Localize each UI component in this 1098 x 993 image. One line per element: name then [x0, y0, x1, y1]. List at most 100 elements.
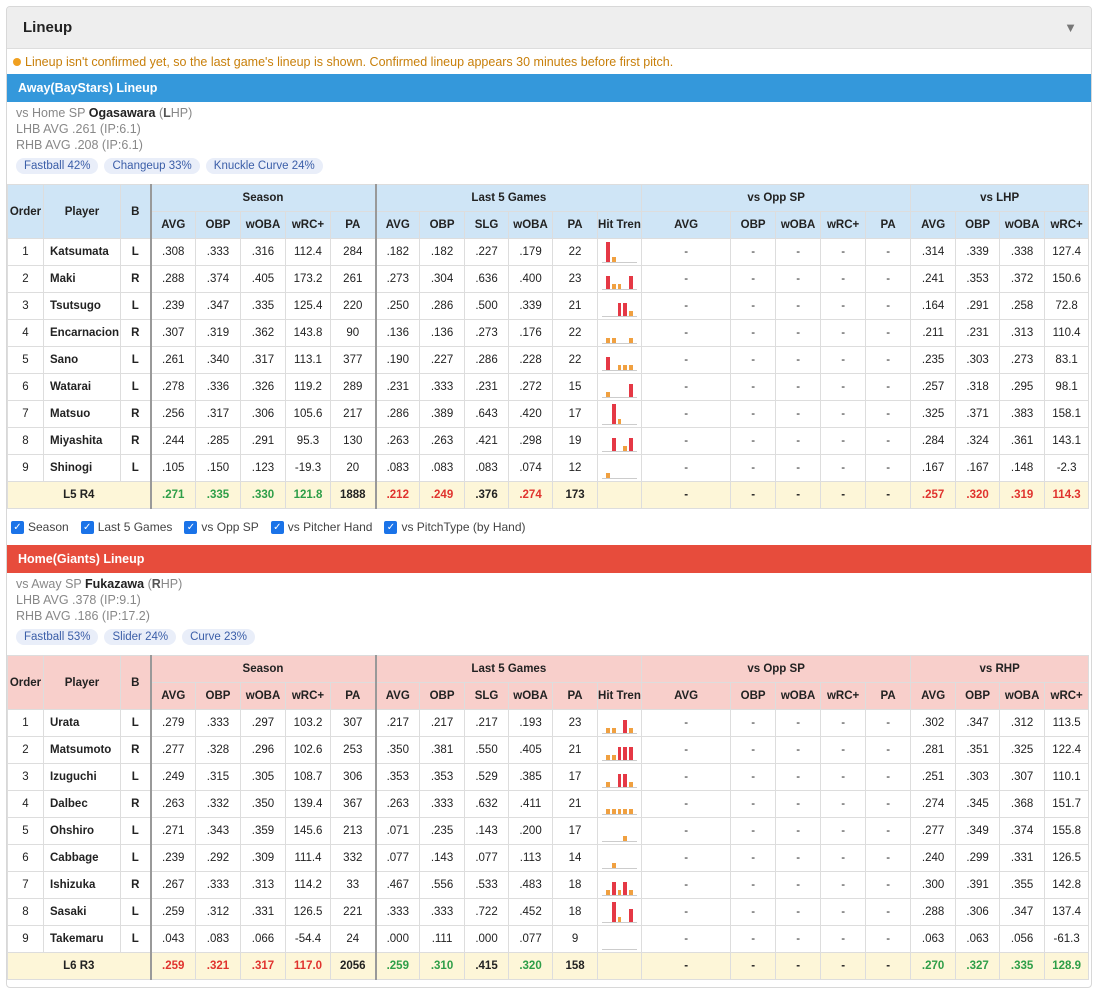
- checkbox-checked-icon[interactable]: ✓: [184, 520, 198, 534]
- season-stat: 119.2: [285, 373, 331, 401]
- col-season-avg[interactable]: AVG: [149, 211, 196, 239]
- col-last5-avg[interactable]: AVG: [374, 682, 421, 710]
- filter-checkbox[interactable]: ✓ vs PitchType (by Hand): [384, 520, 526, 534]
- col-hand-obp[interactable]: OBP: [955, 682, 1001, 710]
- table-row[interactable]: 3 Izuguchi L .249.315.305 108.7 306.353.353.5…: [7, 763, 1092, 791]
- col-opp-pa[interactable]: PA: [865, 211, 912, 239]
- table-row[interactable]: 9 Shinogi L .105.150.123 -19.3 20.083.083.083…: [7, 454, 1092, 482]
- filter-checkbox[interactable]: ✓ Season: [11, 520, 69, 534]
- group-last5[interactable]: Last 5 Games: [374, 184, 643, 212]
- col-player[interactable]: Player: [43, 184, 121, 239]
- checkbox-checked-icon[interactable]: ✓: [80, 520, 94, 534]
- filter-checkbox[interactable]: ✓ vs Pitcher Hand: [270, 520, 372, 534]
- pitch-type-pill[interactable]: Slider 24%: [104, 629, 177, 645]
- col-opp-wrc[interactable]: wRC+: [820, 211, 867, 239]
- panel-header[interactable]: Lineup ▼: [7, 7, 1091, 49]
- col-season-obp[interactable]: OBP: [195, 211, 241, 239]
- col-last5-woba[interactable]: wOBA: [508, 211, 554, 239]
- col-hand-avg[interactable]: AVG: [910, 211, 957, 239]
- table-row[interactable]: 4 Dalbec R .263.332.350 139.4 367.263.333.632…: [7, 790, 1092, 818]
- pitch-type-pill[interactable]: Fastball 42%: [16, 158, 99, 174]
- col-season-woba[interactable]: wOBA: [240, 682, 286, 710]
- filter-checkbox[interactable]: ✓ Last 5 Games: [80, 520, 172, 534]
- pitch-type-pill[interactable]: Knuckle Curve 24%: [205, 158, 323, 174]
- table-row[interactable]: 8 Miyashita R .244.285.291 95.3 130.263.263.4…: [7, 427, 1092, 455]
- col-hand-wrc[interactable]: wRC+: [1044, 682, 1090, 710]
- col-opp-avg[interactable]: AVG: [641, 211, 732, 239]
- pitch-type-pill[interactable]: Changeup 33%: [104, 158, 200, 174]
- table-row[interactable]: 8 Sasaki L .259.312.331 126.5 221.333.333.722…: [7, 898, 1092, 926]
- col-last5-pa[interactable]: PA: [552, 682, 599, 710]
- col-last5-hittrend[interactable]: Hit Trend: [597, 211, 643, 239]
- table-row[interactable]: 5 Sano L .261.340.317 113.1 377.190.227.286.2…: [7, 346, 1092, 374]
- col-opp-obp[interactable]: OBP: [730, 682, 777, 710]
- col-last5-obp[interactable]: OBP: [419, 682, 466, 710]
- last5-stat: .353: [374, 763, 421, 791]
- group-hand[interactable]: vs LHP: [910, 184, 1090, 212]
- col-hand-wrc[interactable]: wRC+: [1044, 211, 1090, 239]
- col-opp-obp[interactable]: OBP: [730, 211, 777, 239]
- group-opp-sp[interactable]: vs Opp SP: [641, 184, 912, 212]
- group-opp-sp[interactable]: vs Opp SP: [641, 655, 912, 683]
- pitcher-name[interactable]: Fukazawa: [85, 577, 144, 591]
- pitcher-name[interactable]: Ogasawara: [89, 106, 156, 120]
- triangle-down-icon[interactable]: ▼: [1064, 20, 1077, 35]
- col-bat[interactable]: B: [120, 655, 151, 710]
- col-order[interactable]: Order: [7, 184, 44, 239]
- col-season-wrc[interactable]: wRC+: [285, 211, 331, 239]
- filter-checkbox[interactable]: ✓ vs Opp SP: [184, 520, 259, 534]
- col-season-avg[interactable]: AVG: [149, 682, 196, 710]
- col-last5-slg[interactable]: SLG: [464, 682, 510, 710]
- table-row[interactable]: 1 Urata L .279.333.297 103.2 307.217.217.217.…: [7, 709, 1092, 737]
- col-order[interactable]: Order: [7, 655, 44, 710]
- col-hand-obp[interactable]: OBP: [955, 211, 1001, 239]
- table-row[interactable]: 1 Katsumata L .308.333.316 112.4 284.182.182.…: [7, 238, 1092, 266]
- table-row[interactable]: 3 Tsutsugo L .239.347.335 125.4 220.250.286.5…: [7, 292, 1092, 320]
- opp-sp-stat: -: [775, 871, 822, 899]
- table-row[interactable]: 5 Ohshiro L .271.343.359 145.6 213.071.235.14…: [7, 817, 1092, 845]
- col-hand-avg[interactable]: AVG: [910, 682, 957, 710]
- col-last5-avg[interactable]: AVG: [374, 211, 421, 239]
- col-opp-woba[interactable]: wOBA: [775, 682, 822, 710]
- vs-hand-stat: .374: [999, 817, 1046, 845]
- table-row[interactable]: 4 Encarnacion R .307.319.362 143.8 90.136.136…: [7, 319, 1092, 347]
- col-hand-woba[interactable]: wOBA: [999, 211, 1046, 239]
- col-last5-obp[interactable]: OBP: [419, 211, 466, 239]
- pitch-type-pill[interactable]: Fastball 53%: [16, 629, 99, 645]
- team-opp-sp-stat: -: [865, 481, 912, 509]
- col-opp-avg[interactable]: AVG: [641, 682, 732, 710]
- table-row[interactable]: 6 Watarai L .278.336.326 119.2 289.231.333.23…: [7, 373, 1092, 401]
- col-season-pa[interactable]: PA: [329, 682, 377, 710]
- col-opp-wrc[interactable]: wRC+: [820, 682, 867, 710]
- group-season[interactable]: Season: [149, 184, 377, 212]
- col-opp-pa[interactable]: PA: [865, 682, 912, 710]
- group-last5[interactable]: Last 5 Games: [374, 655, 643, 683]
- col-season-woba[interactable]: wOBA: [240, 211, 286, 239]
- col-last5-slg[interactable]: SLG: [464, 211, 510, 239]
- col-season-wrc[interactable]: wRC+: [285, 682, 331, 710]
- checkbox-checked-icon[interactable]: ✓: [270, 520, 284, 534]
- table-row[interactable]: 7 Matsuo R .256.317.306 105.6 217.286.389.643…: [7, 400, 1092, 428]
- checkbox-checked-icon[interactable]: ✓: [384, 520, 398, 534]
- col-last5-pa[interactable]: PA: [552, 211, 599, 239]
- group-season[interactable]: Season: [149, 655, 377, 683]
- checkbox-checked-icon[interactable]: ✓: [11, 520, 24, 534]
- pitch-type-pill[interactable]: Curve 23%: [182, 629, 255, 645]
- table-row[interactable]: 2 Matsumoto R .277.328.296 102.6 253.350.381.…: [7, 736, 1092, 764]
- col-bat[interactable]: B: [120, 184, 151, 239]
- table-row[interactable]: 2 Maki R .288.374.405 173.2 261.273.304.636.4…: [7, 265, 1092, 293]
- group-hand[interactable]: vs RHP: [910, 655, 1090, 683]
- opp-sp-stat: -: [730, 817, 777, 845]
- col-last5-hittrend[interactable]: Hit Trend: [597, 682, 643, 710]
- col-hand-woba[interactable]: wOBA: [999, 682, 1046, 710]
- col-opp-woba[interactable]: wOBA: [775, 211, 822, 239]
- col-last5-woba[interactable]: wOBA: [508, 682, 554, 710]
- table-row[interactable]: 7 Ishizuka R .267.333.313 114.2 33.467.556.53…: [7, 871, 1092, 899]
- table-row[interactable]: 6 Cabbage L .239.292.309 111.4 332.077.143.07…: [7, 844, 1092, 872]
- table-row[interactable]: 9 Takemaru L .043.083.066 -54.4 24.000.111.00…: [7, 925, 1092, 953]
- col-season-obp[interactable]: OBP: [195, 682, 241, 710]
- col-season-pa[interactable]: PA: [329, 211, 377, 239]
- col-player[interactable]: Player: [43, 655, 121, 710]
- vs-hand-stat: .240: [910, 844, 957, 872]
- hit-trend-bar: [629, 384, 634, 397]
